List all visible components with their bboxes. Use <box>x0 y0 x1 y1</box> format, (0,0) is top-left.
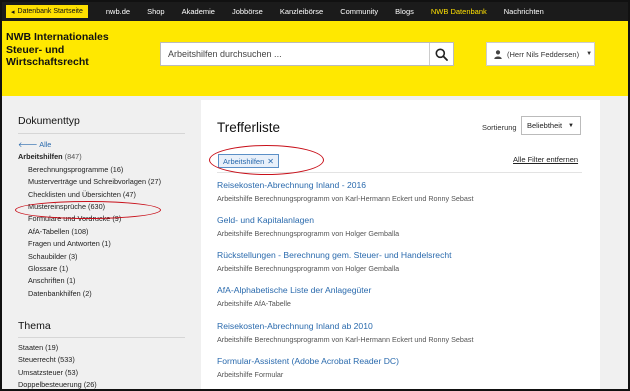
result-title-link[interactable]: Geld- und Kapitalanlagen <box>217 215 399 225</box>
filter-item-count: (847) <box>64 152 82 162</box>
nav-link-blogs[interactable]: Blogs <box>395 7 414 16</box>
user-menu-button[interactable]: (Herr Nils Feddersen) ▼ <box>486 42 595 66</box>
document-type-list: 🡐 Alle Arbeitshilfen (847) Berechnungspr… <box>18 139 161 300</box>
result-subtitle: Arbeitshilfe Berechnungsprogramm von Hol… <box>217 264 400 273</box>
filter-item-schaubilder[interactable]: Schaubilder (3) <box>18 251 161 263</box>
sort-label: Sortierung <box>482 123 517 132</box>
annotation-ellipse-filter-chip <box>209 145 324 175</box>
back-arrow-icon: ◂ <box>11 8 15 16</box>
filter-item-afa-tabellen[interactable]: AfA-Tabellen (108) <box>18 226 161 238</box>
results-heading: Trefferliste <box>217 120 281 135</box>
filter-item-mustervertraege[interactable]: Musterverträge und Schreibvorlagen (27) <box>18 176 161 188</box>
search-input[interactable] <box>161 43 429 65</box>
filter-item-alle[interactable]: 🡐 Alle <box>18 139 161 151</box>
filter-sidebar: Dokumenttyp 🡐 Alle Arbeitshilfen (847) B… <box>4 100 192 389</box>
product-title-line: NWB Internationales <box>6 31 109 43</box>
top-nav-links: nwb.de Shop Akademie Jobbörse Kanzleibör… <box>106 7 561 16</box>
nav-link-nwb-datenbank[interactable]: NWB Datenbank <box>431 7 487 16</box>
thema-list: Staaten (19) Steuerrecht (533) Umsatzste… <box>18 342 97 389</box>
result-item: Reisekosten-Abrechnung Inland - 2016 Arb… <box>217 180 473 203</box>
nav-link-community[interactable]: Community <box>340 7 378 16</box>
app-window: ◂ Datenbank Startseite nwb.de Shop Akade… <box>0 0 630 391</box>
result-title-link[interactable]: Reisekosten-Abrechnung Inland ab 2010 <box>217 321 473 331</box>
result-title-link[interactable]: Rückstellungen - Berechnung gem. Steuer-… <box>217 250 452 260</box>
sidebar-divider <box>18 133 185 134</box>
search-icon <box>435 48 448 61</box>
sort-select[interactable]: Beliebtheit ▼ <box>521 116 581 135</box>
filter-item-staaten[interactable]: Staaten (19) <box>18 342 97 354</box>
annotation-ellipse-mustereinsprueche <box>15 201 161 219</box>
result-subtitle: Arbeitshilfe Berechnungsprogramm von Kar… <box>217 194 474 203</box>
result-item: Rückstellungen - Berechnung gem. Steuer-… <box>217 250 452 273</box>
result-title-link[interactable]: Reisekosten-Abrechnung Inland - 2016 <box>217 180 473 190</box>
result-item: Reisekosten-Abrechnung Inland ab 2010 Ar… <box>217 321 473 344</box>
filter-item-doppelbesteuerung[interactable]: Doppelbesteuerung (26) <box>18 379 97 389</box>
result-item: Formular-Assistent (Adobe Acrobat Reader… <box>217 356 399 379</box>
remove-all-filters-link[interactable]: Alle Filter entfernen <box>513 155 578 164</box>
results-panel: Trefferliste Sortierung Beliebtheit ▼ Ar… <box>201 100 600 389</box>
result-subtitle: Arbeitshilfe AfA-Tabelle <box>217 299 291 308</box>
filter-item-glossare[interactable]: Glossare (1) <box>18 263 161 275</box>
filter-item-anschriften[interactable]: Anschriften (1) <box>18 275 161 287</box>
result-subtitle: Arbeitshilfe Berechnungsprogramm von Kar… <box>217 335 474 344</box>
filter-item-arbeitshilfen[interactable]: Arbeitshilfen (847) <box>18 151 161 163</box>
user-name: (Herr Nils Feddersen) <box>507 49 580 59</box>
filter-item-steuerrecht[interactable]: Steuerrecht (533) <box>18 354 97 366</box>
filter-item-label: Arbeitshilfen <box>18 152 63 162</box>
nav-link-jobboerse[interactable]: Jobbörse <box>232 7 263 16</box>
product-title-line: Wirtschaftsrecht <box>6 56 89 68</box>
nav-link-nwb[interactable]: nwb.de <box>106 7 130 16</box>
sort-value: Beliebtheit <box>527 121 563 130</box>
site-header: NWB Internationales Steuer- und Wirtscha… <box>2 21 628 96</box>
top-navigation-bar: ◂ Datenbank Startseite nwb.de Shop Akade… <box>2 2 628 21</box>
filter-item-berechnungsprogramme[interactable]: Berechnungsprogramme (16) <box>18 164 161 176</box>
nav-link-kanzleiboerse[interactable]: Kanzleibörse <box>280 7 323 16</box>
nav-link-nachrichten[interactable]: Nachrichten <box>504 7 544 16</box>
user-icon <box>494 49 502 59</box>
result-item: Geld- und Kapitalanlagen Arbeitshilfe Be… <box>217 215 399 238</box>
result-title-link[interactable]: AfA-Alphabetische Liste der Anlagegüter <box>217 285 371 295</box>
filter-item-datenbankhilfen[interactable]: Datenbankhilfen (2) <box>18 288 161 300</box>
nav-link-akademie[interactable]: Akademie <box>182 7 215 16</box>
caret-down-icon: ▼ <box>568 122 574 129</box>
result-subtitle: Arbeitshilfe Berechnungsprogramm von Hol… <box>217 229 400 238</box>
caret-down-icon: ▼ <box>586 51 593 57</box>
product-title[interactable]: NWB Internationales Steuer- und Wirtscha… <box>6 31 146 69</box>
search-button[interactable] <box>429 43 453 65</box>
result-item: AfA-Alphabetische Liste der Anlagegüter … <box>217 285 371 308</box>
sidebar-divider <box>18 337 185 338</box>
document-type-heading: Dokumenttyp <box>18 115 80 127</box>
filter-item-fragen-antworten[interactable]: Fragen und Antworten (1) <box>18 238 161 250</box>
page-margin <box>602 96 628 389</box>
result-subtitle: Arbeitshilfe Formular <box>217 370 284 379</box>
filter-item-umsatzsteuer[interactable]: Umsatzsteuer (53) <box>18 367 97 379</box>
search-bar <box>160 42 454 66</box>
nav-link-shop[interactable]: Shop <box>147 7 165 16</box>
result-title-link[interactable]: Formular-Assistent (Adobe Acrobat Reader… <box>217 356 399 366</box>
filter-item-label: Alle <box>39 140 52 149</box>
back-arrow-icon: 🡐 <box>18 140 38 149</box>
back-label: Datenbank Startseite <box>17 8 83 15</box>
back-to-database-home-button[interactable]: ◂ Datenbank Startseite <box>6 5 88 18</box>
thema-heading: Thema <box>18 320 51 332</box>
product-title-line: Steuer- und <box>6 43 65 56</box>
filter-item-checklisten[interactable]: Checklisten und Übersichten (47) <box>18 189 161 201</box>
